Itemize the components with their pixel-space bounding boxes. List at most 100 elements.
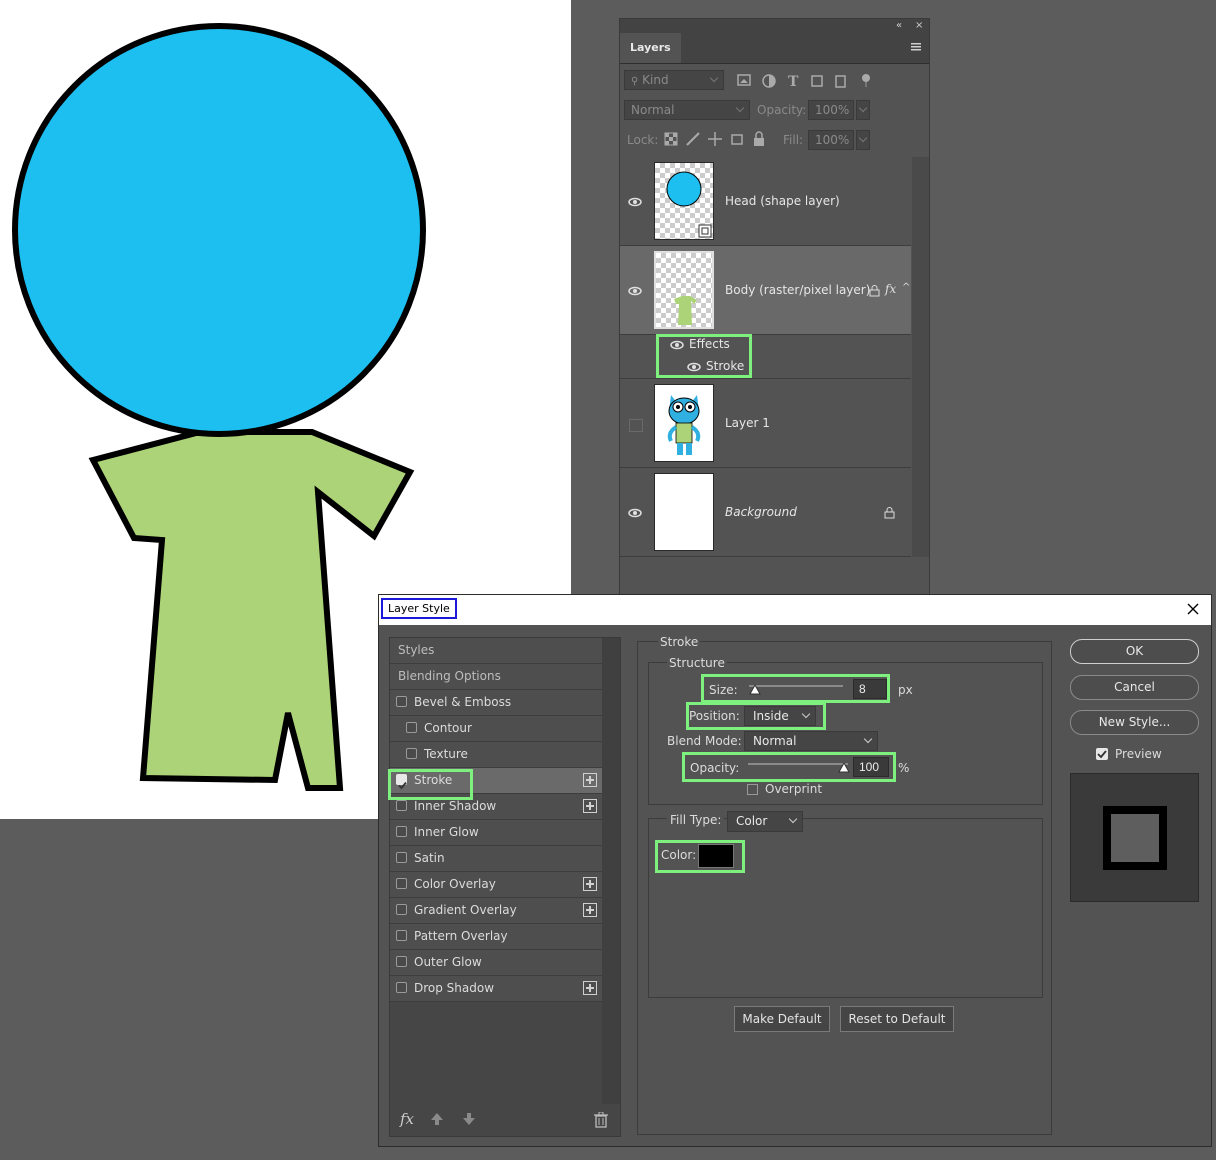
add-effect-plus-icon[interactable] bbox=[583, 877, 597, 891]
effects-highlight-box bbox=[656, 334, 752, 378]
new-style-button[interactable]: New Style... bbox=[1070, 710, 1199, 735]
close-icon[interactable]: × bbox=[915, 19, 923, 33]
add-effect-plus-icon[interactable] bbox=[583, 773, 597, 787]
style-checkbox[interactable] bbox=[396, 826, 407, 837]
reset-to-default-button[interactable]: Reset to Default bbox=[840, 1006, 954, 1032]
adjustment-filter-icon[interactable] bbox=[762, 74, 776, 88]
layer-opacity-stepper[interactable] bbox=[856, 100, 870, 120]
layer-effects-group[interactable]: Effects Stroke bbox=[620, 334, 911, 379]
style-item-texture[interactable]: Texture bbox=[390, 742, 602, 768]
svg-text:T: T bbox=[788, 74, 799, 89]
layer-row-background[interactable]: Background bbox=[620, 468, 911, 557]
panel-menu-icon[interactable] bbox=[911, 41, 921, 55]
blend-mode-value: Normal bbox=[753, 734, 797, 748]
style-item-blending-options[interactable]: Blending Options bbox=[390, 664, 602, 690]
style-item-pattern-overlay[interactable]: Pattern Overlay bbox=[390, 924, 602, 950]
trash-icon[interactable] bbox=[594, 1112, 608, 1128]
layer-name: Background bbox=[725, 505, 797, 519]
move-up-icon[interactable] bbox=[430, 1112, 444, 1126]
preview-checkbox[interactable] bbox=[1096, 748, 1108, 760]
fill-type-dropdown[interactable]: Color bbox=[727, 811, 803, 832]
layer-row-layer-1[interactable]: Layer 1 bbox=[620, 379, 911, 468]
shape-filter-icon[interactable] bbox=[811, 75, 823, 87]
size-highlight bbox=[701, 674, 890, 703]
move-down-icon[interactable] bbox=[462, 1112, 476, 1126]
pixel-filter-icon[interactable] bbox=[737, 74, 751, 86]
layer-name: Body (raster/pixel layer) bbox=[725, 283, 871, 297]
style-item-drop-shadow[interactable]: Drop Shadow bbox=[390, 976, 602, 1002]
lock-all-icon[interactable] bbox=[754, 131, 764, 146]
head-shape bbox=[12, 23, 426, 437]
search-icon: ⚲ bbox=[631, 76, 639, 87]
close-icon[interactable] bbox=[1187, 603, 1199, 615]
style-item-gradient-overlay[interactable]: Gradient Overlay bbox=[390, 898, 602, 924]
style-item-satin[interactable]: Satin bbox=[390, 846, 602, 872]
visibility-eye-icon[interactable] bbox=[628, 508, 642, 518]
make-default-button[interactable]: Make Default bbox=[734, 1006, 830, 1032]
chevron-down-icon bbox=[709, 73, 719, 83]
visibility-eye-icon[interactable] bbox=[628, 197, 642, 207]
style-checkbox[interactable] bbox=[406, 748, 417, 759]
chevron-down-icon bbox=[858, 103, 868, 113]
layer-opacity-input[interactable]: 100% bbox=[808, 100, 854, 120]
stroke-settings-group: Stroke Structure Size: px Position: Insi… bbox=[637, 635, 1052, 1135]
structure-group: Structure Size: px Position: Inside Blen… bbox=[648, 656, 1043, 805]
lock-move-icon[interactable] bbox=[708, 132, 722, 146]
monster-thumb bbox=[667, 395, 701, 455]
styles-list: Styles Blending Options Bevel & Emboss Cont… bbox=[388, 637, 621, 1137]
layer-row-head[interactable]: Head (shape layer) bbox=[620, 157, 911, 246]
layers-panel: « × Layers ⚲ Kind T Normal Opacity: 100%… bbox=[619, 18, 930, 600]
style-checkbox[interactable] bbox=[396, 696, 407, 707]
style-item-inner-glow[interactable]: Inner Glow bbox=[390, 820, 602, 846]
style-item-contour[interactable]: Contour bbox=[390, 716, 602, 742]
filter-kind-dropdown[interactable]: ⚲ Kind bbox=[624, 70, 724, 90]
head-thumb-circle bbox=[666, 171, 712, 238]
dialog-titlebar[interactable]: Layer Style bbox=[379, 595, 1211, 625]
chevron-up-icon[interactable]: ^ bbox=[902, 282, 910, 293]
style-checkbox[interactable] bbox=[396, 930, 407, 941]
smart-object-filter-icon[interactable] bbox=[835, 75, 846, 88]
style-item-label: Color Overlay bbox=[414, 877, 496, 891]
filter-toggle-icon[interactable] bbox=[862, 74, 870, 87]
styles-list-scrollbar[interactable] bbox=[602, 638, 620, 1104]
blend-mode-dropdown[interactable]: Normal bbox=[744, 731, 878, 751]
style-checkbox[interactable] bbox=[396, 852, 407, 863]
style-checkbox[interactable] bbox=[396, 800, 407, 811]
layer-list-scrollbar[interactable] bbox=[912, 157, 929, 557]
style-item-styles[interactable]: Styles bbox=[390, 638, 602, 664]
style-item-bevel-emboss[interactable]: Bevel & Emboss bbox=[390, 690, 602, 716]
layer-thumbnail-layer-1 bbox=[654, 384, 714, 462]
tab-layers[interactable]: Layers bbox=[620, 33, 681, 63]
ok-button[interactable]: OK bbox=[1070, 639, 1199, 664]
collapse-icon[interactable]: « bbox=[896, 19, 902, 33]
add-effect-plus-icon[interactable] bbox=[583, 799, 597, 813]
lock-brush-icon[interactable] bbox=[686, 132, 700, 146]
fx-badge[interactable]: fx bbox=[885, 282, 896, 296]
style-checkbox[interactable] bbox=[406, 722, 417, 733]
style-item-label: Blending Options bbox=[398, 669, 501, 683]
style-item-color-overlay[interactable]: Color Overlay bbox=[390, 872, 602, 898]
fill-type-label: Fill Type: bbox=[667, 813, 725, 827]
lock-artboard-icon[interactable] bbox=[731, 134, 743, 145]
layer-fill-stepper[interactable] bbox=[856, 130, 870, 150]
lock-icon[interactable] bbox=[884, 507, 896, 519]
fx-icon[interactable]: fx bbox=[400, 1110, 414, 1128]
layer-blend-mode-dropdown[interactable]: Normal bbox=[624, 100, 750, 120]
stroke-item-highlight bbox=[388, 769, 473, 800]
visibility-eye-icon[interactable] bbox=[628, 286, 642, 296]
style-checkbox[interactable] bbox=[396, 956, 407, 967]
add-effect-plus-icon[interactable] bbox=[583, 903, 597, 917]
layer-fill-input[interactable]: 100% bbox=[808, 130, 854, 150]
overprint-checkbox[interactable] bbox=[747, 784, 758, 795]
style-checkbox[interactable] bbox=[396, 982, 407, 993]
type-filter-icon[interactable]: T bbox=[788, 74, 799, 89]
visibility-toggle-empty[interactable] bbox=[629, 419, 643, 432]
style-item-outer-glow[interactable]: Outer Glow bbox=[390, 950, 602, 976]
add-effect-plus-icon[interactable] bbox=[583, 981, 597, 995]
style-checkbox[interactable] bbox=[396, 904, 407, 915]
style-checkbox[interactable] bbox=[396, 878, 407, 889]
layer-row-body[interactable]: Body (raster/pixel layer) fx ^ bbox=[620, 246, 911, 335]
position-highlight bbox=[686, 702, 826, 730]
lock-transparent-icon[interactable] bbox=[664, 132, 678, 146]
cancel-button[interactable]: Cancel bbox=[1070, 675, 1199, 700]
